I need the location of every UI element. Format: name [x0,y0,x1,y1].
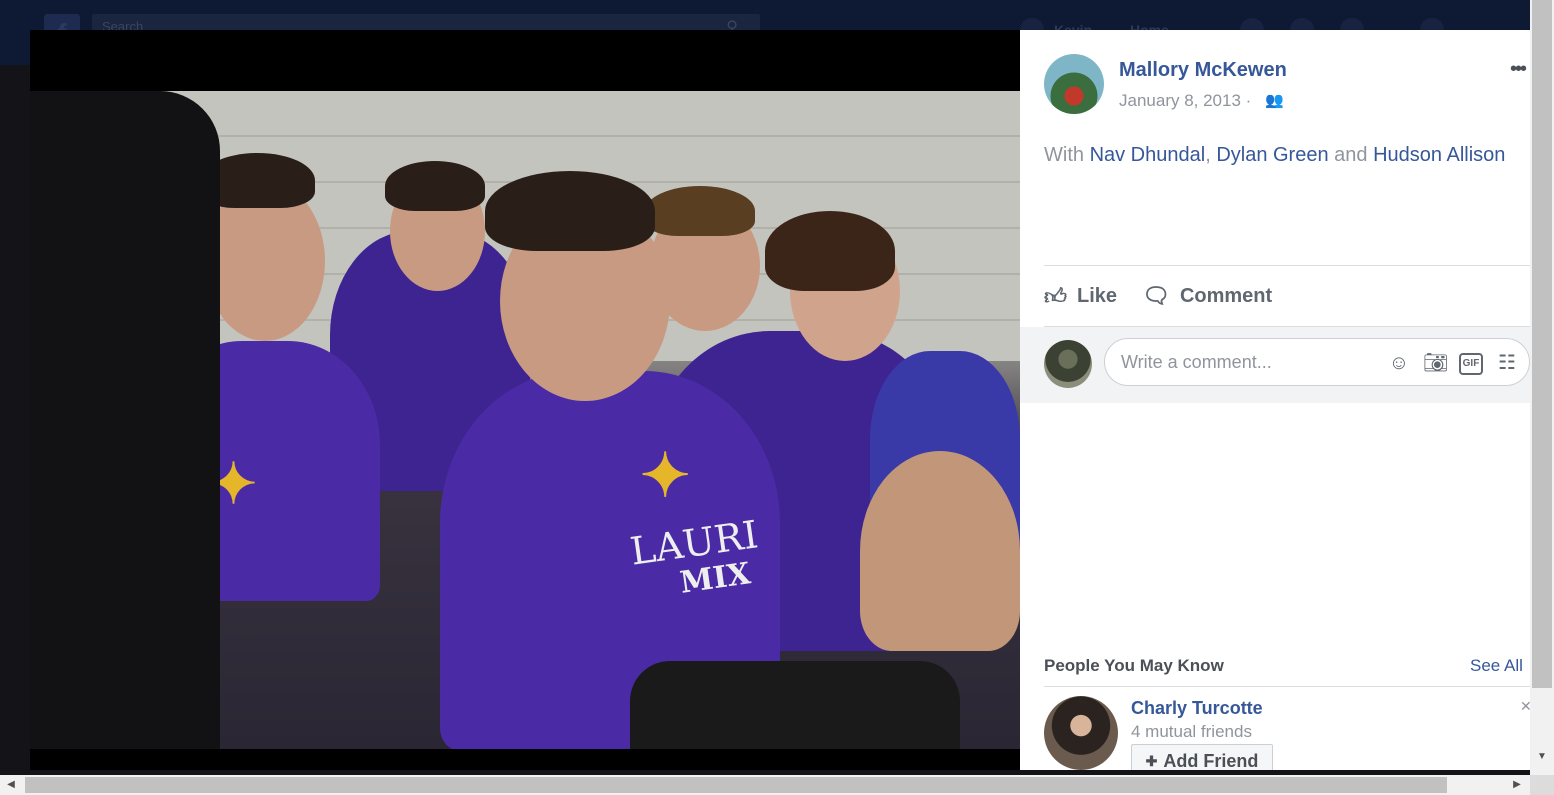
comment-label: Comment [1179,284,1273,307]
like-label: Like [1077,284,1118,307]
photo-foreground-figure [30,91,220,749]
post-side-panel: Mallory McKewen January 8, 2013 · 👥 ••• … [1020,30,1530,770]
scroll-left-arrow-icon[interactable]: ◀ [2,775,20,795]
photo-shirt-logo: ✦ [640,441,691,511]
camera-icon[interactable]: 📷︎ [1423,351,1448,375]
photo-hair [385,161,485,211]
photo-hair [645,186,755,236]
pymk-title: People You May Know [1044,656,1224,675]
add-friend-button[interactable]: ✚ Add Friend [1131,744,1273,770]
divider [1044,265,1530,266]
tagged-people: With Nav Dhundal, Dylan Green and Hudson… [1044,144,1505,167]
scrollbar-corner [1530,775,1554,795]
pymk-avatar[interactable] [1044,696,1118,770]
speech-bubble-icon: 🗨︎ [1142,283,1170,308]
emoji-icon[interactable]: ☺ [1387,351,1411,375]
ellipsis-icon[interactable]: ••• [1510,58,1527,81]
add-friend-icon: ✚ [1145,752,1158,769]
comment-composer: ☺ 📷︎ GIF ☷ [1020,327,1530,403]
photo[interactable]: ✦ ✦ LAURI MIX [30,91,1020,749]
tagged-person-link[interactable]: Nav Dhundal [1090,144,1206,166]
comment-box[interactable]: ☺ 📷︎ GIF ☷ [1104,338,1530,386]
photo-shorts [630,661,960,749]
photo-hair [485,171,655,251]
friends-icon[interactable]: 👥 [1265,91,1284,109]
horizontal-scrollbar[interactable]: ◀ ▶ [0,775,1530,795]
vertical-scrollbar[interactable]: ▼ [1530,0,1554,775]
comment-button[interactable]: 🗨︎ Comment [1142,280,1272,312]
gif-icon[interactable]: GIF [1459,353,1483,375]
post-date-text[interactable]: January 8, 2013 [1119,91,1241,110]
pymk-name[interactable]: Charly Turcotte [1131,698,1263,719]
current-user-avatar[interactable] [1044,340,1092,388]
close-icon[interactable]: ✕ [1520,698,1530,715]
tagline-prefix: With [1044,144,1084,166]
sticker-icon[interactable]: ☷ [1495,351,1519,375]
scroll-down-arrow-icon[interactable]: ▼ [1530,748,1554,765]
author-name[interactable]: Mallory McKewen [1119,59,1287,82]
see-all-link[interactable]: See All [1470,656,1523,676]
vertical-scrollbar-thumb[interactable] [1532,0,1552,688]
date-separator: · [1245,91,1252,110]
add-friend-label: Add Friend [1163,750,1259,771]
tag-conjunction: and [1334,144,1368,166]
photo-viewer: ✦ ✦ LAURI MIX [30,30,1020,770]
comment-input[interactable] [1119,351,1373,374]
like-button[interactable]: 👍︎ Like [1044,280,1117,312]
divider [1044,686,1530,687]
post-date[interactable]: January 8, 2013 · [1119,91,1251,111]
author-avatar[interactable] [1044,54,1104,114]
photo-knee [860,451,1020,651]
pymk-mutual-friends[interactable]: 4 mutual friends [1131,722,1252,742]
tagged-person-link[interactable]: Hudson Allison [1373,144,1505,166]
tag-separator: , [1205,144,1211,166]
photo-hair [765,211,895,291]
tagged-person-link[interactable]: Dylan Green [1216,144,1328,166]
horizontal-scrollbar-thumb[interactable] [25,777,1447,793]
scroll-right-arrow-icon[interactable]: ▶ [1508,775,1526,795]
thumbs-up-icon: 👍︎ [1044,283,1067,309]
